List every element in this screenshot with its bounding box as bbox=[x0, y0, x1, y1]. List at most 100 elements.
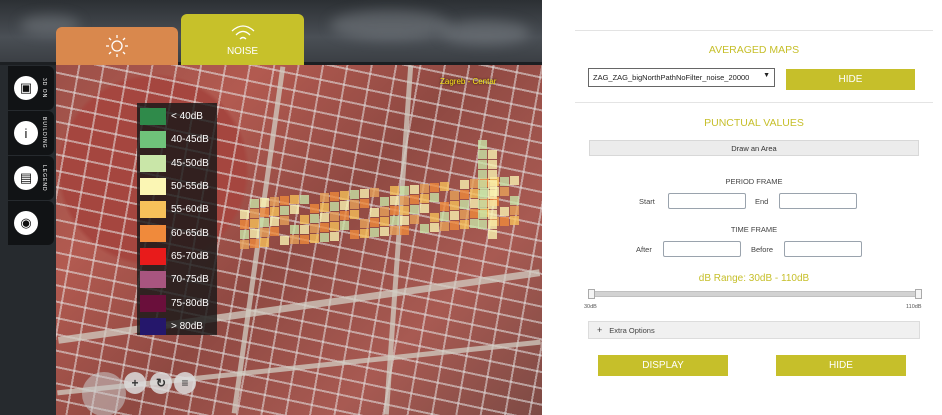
heat-cell bbox=[250, 229, 259, 238]
slider-min-handle[interactable] bbox=[588, 289, 595, 299]
averaged-map-select[interactable]: ZAG_ZAG_bigNorthPathNoFilter_noise_20000… bbox=[588, 68, 775, 87]
heat-cell bbox=[350, 200, 359, 209]
heat-cell bbox=[440, 222, 449, 231]
end-date-input[interactable] bbox=[779, 193, 857, 209]
heat-cell bbox=[400, 206, 409, 215]
legend-button[interactable]: ▤ LEGEND bbox=[8, 156, 54, 200]
heat-cell bbox=[300, 235, 309, 244]
extra-options-label: Extra Options bbox=[609, 325, 655, 335]
legend-swatch bbox=[140, 131, 166, 149]
heat-cell bbox=[340, 211, 349, 220]
db-range-slider[interactable] bbox=[589, 291, 921, 297]
location-pin-icon: ◉ bbox=[14, 211, 38, 235]
heat-cell bbox=[380, 227, 389, 236]
start-date-input[interactable] bbox=[668, 193, 746, 209]
heat-cell bbox=[510, 196, 519, 205]
heat-cell bbox=[460, 180, 469, 189]
toggle-3d-label: 3D ON bbox=[41, 77, 47, 99]
heat-cell bbox=[380, 217, 389, 226]
period-frame-title: PERIOD FRAME bbox=[725, 177, 783, 186]
tab-noise[interactable]: NOISE bbox=[181, 14, 304, 65]
heat-cell bbox=[478, 150, 487, 159]
plus-icon: + bbox=[597, 325, 603, 335]
hide-button[interactable]: HIDE bbox=[776, 355, 906, 376]
end-label: End bbox=[755, 197, 769, 206]
heat-cell bbox=[478, 210, 487, 219]
heat-cell bbox=[240, 210, 249, 219]
pan-control[interactable] bbox=[82, 372, 126, 415]
heat-cell bbox=[260, 218, 269, 227]
document-icon: ▤ bbox=[14, 166, 38, 190]
legend-row: 50-55dB bbox=[140, 175, 217, 198]
heat-cell bbox=[260, 198, 269, 207]
heat-cell bbox=[340, 201, 349, 210]
heat-cell bbox=[488, 230, 497, 239]
heat-cell bbox=[250, 199, 259, 208]
heat-cell bbox=[350, 230, 359, 239]
heat-cell bbox=[260, 238, 269, 247]
heat-cell bbox=[488, 200, 497, 209]
heat-cell bbox=[478, 140, 487, 149]
heat-cell bbox=[450, 221, 459, 230]
heat-cell bbox=[478, 190, 487, 199]
layers-icon[interactable]: ≡ bbox=[174, 372, 196, 394]
heat-cell bbox=[340, 191, 349, 200]
heat-cell bbox=[410, 205, 419, 214]
legend-swatch bbox=[140, 108, 166, 126]
db-range-label: dB Range: 30dB - 110dB bbox=[698, 273, 810, 284]
heat-cell bbox=[390, 216, 399, 225]
legend-swatch bbox=[140, 201, 166, 219]
sun-icon bbox=[106, 35, 128, 57]
legend-row: < 40dB bbox=[140, 105, 217, 128]
heat-cell bbox=[280, 236, 289, 245]
location-button[interactable]: ◉ bbox=[8, 201, 54, 245]
before-time-input[interactable] bbox=[784, 241, 862, 257]
zoom-in-icon[interactable]: + bbox=[124, 372, 146, 394]
heat-cell bbox=[350, 190, 359, 199]
heat-cell bbox=[310, 214, 319, 223]
legend-row: 70-75dB bbox=[140, 268, 217, 291]
display-button[interactable]: DISPLAY bbox=[598, 355, 728, 376]
heat-cell bbox=[400, 216, 409, 225]
hide-averaged-button[interactable]: HIDE bbox=[786, 69, 915, 90]
map-view[interactable]: NOISE ▣ 3D ON i BUILDING ▤ LEGEND ◉ Zagr… bbox=[0, 0, 542, 415]
heat-cell bbox=[488, 220, 497, 229]
legend-label: LEGEND bbox=[41, 164, 47, 192]
extra-options-toggle[interactable]: + Extra Options bbox=[588, 321, 920, 339]
heat-cell bbox=[250, 219, 259, 228]
heat-cell bbox=[460, 220, 469, 229]
toggle-3d-button[interactable]: ▣ 3D ON bbox=[8, 66, 54, 110]
rotate-icon[interactable]: ↻ bbox=[150, 372, 172, 394]
draw-area-button[interactable]: Draw an Area bbox=[589, 140, 919, 156]
building-label: BUILDING bbox=[41, 117, 47, 149]
heat-cell bbox=[270, 207, 279, 216]
select-value: ZAG_ZAG_bigNorthPathNoFilter_noise_20000 bbox=[593, 73, 750, 82]
heat-cell bbox=[270, 227, 279, 236]
heat-cell bbox=[460, 190, 469, 199]
heat-cell bbox=[330, 212, 339, 221]
heat-cell bbox=[390, 196, 399, 205]
heat-cell bbox=[290, 205, 299, 214]
heat-cell bbox=[310, 234, 319, 243]
wifi-signal-icon bbox=[231, 24, 254, 39]
aerial-map[interactable] bbox=[56, 65, 542, 415]
heat-cell bbox=[320, 203, 329, 212]
heat-cell bbox=[240, 240, 249, 249]
tab-sun[interactable] bbox=[56, 27, 178, 65]
heat-cell bbox=[270, 217, 279, 226]
heat-cell bbox=[310, 204, 319, 213]
building-button[interactable]: i BUILDING bbox=[8, 111, 54, 155]
heat-cell bbox=[280, 196, 289, 205]
info-icon: i bbox=[14, 121, 38, 145]
heat-cell bbox=[330, 192, 339, 201]
slider-max-handle[interactable] bbox=[915, 289, 922, 299]
legend-label: 50-55dB bbox=[171, 181, 209, 193]
heat-cell bbox=[290, 235, 299, 244]
heat-cell bbox=[478, 200, 487, 209]
heat-cell bbox=[260, 208, 269, 217]
heat-cell bbox=[280, 216, 289, 225]
heat-cell bbox=[300, 215, 309, 224]
after-time-input[interactable] bbox=[663, 241, 741, 257]
heat-cell bbox=[488, 170, 497, 179]
averaged-maps-title: AVERAGED MAPS bbox=[708, 44, 800, 56]
